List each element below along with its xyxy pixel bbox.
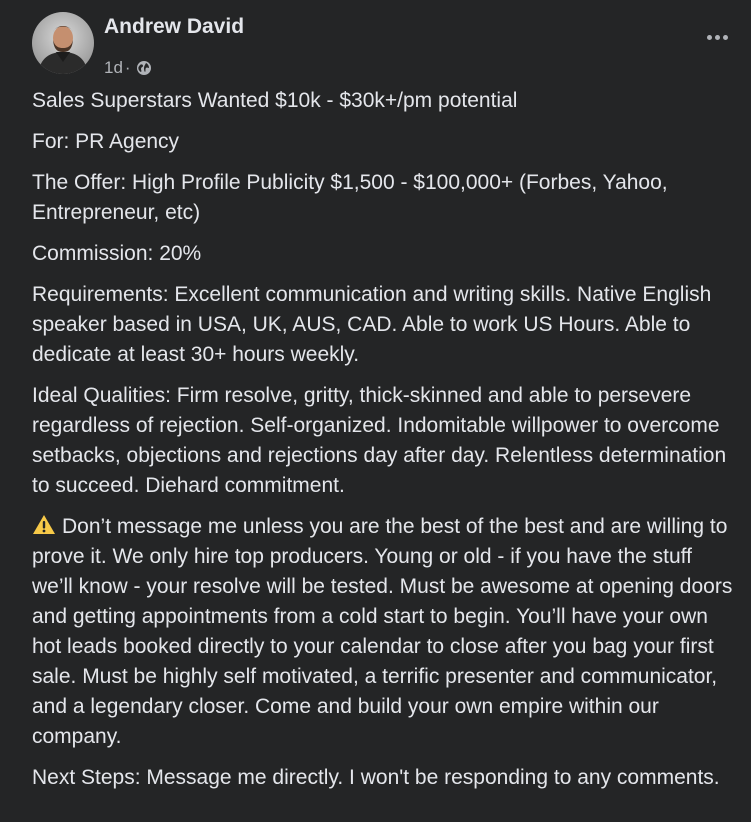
post-time[interactable]: 1d <box>104 57 123 79</box>
post-meta: 1d · <box>104 57 152 79</box>
warning-icon <box>32 514 56 535</box>
author-name[interactable]: Andrew David <box>104 15 244 39</box>
post-card: Andrew David 1d · Sales Superstars Wante… <box>0 0 751 822</box>
dot <box>706 34 712 40</box>
post-paragraph: The Offer: High Profile Publicity $1,500… <box>32 171 668 224</box>
post-paragraph-warning: Don’t message me unless you are the best… <box>32 512 738 752</box>
meta-separator: · <box>124 58 131 77</box>
dot <box>714 34 720 40</box>
post-body: Sales Superstars Wanted $10k - $30k+/pm … <box>32 86 738 804</box>
warning-paragraph-text: Don’t message me unless you are the best… <box>32 515 733 748</box>
post-paragraph: Sales Superstars Wanted $10k - $30k+/pm … <box>32 89 518 112</box>
avatar-image <box>32 12 94 74</box>
avatar[interactable] <box>32 12 94 74</box>
dot <box>722 34 728 40</box>
post-paragraph: Requirements: Excellent communication an… <box>32 283 712 366</box>
globe-icon[interactable] <box>136 60 152 76</box>
post-paragraph: Next Steps: Message me directly. I won't… <box>32 766 720 789</box>
post-paragraph: Ideal Qualities: Firm resolve, gritty, t… <box>32 384 727 497</box>
post-paragraph: Commission: 20% <box>32 242 202 265</box>
post-paragraph: For: PR Agency <box>32 130 180 153</box>
more-dots-icon[interactable] <box>699 26 735 48</box>
post-header: Andrew David 1d · <box>32 12 732 77</box>
